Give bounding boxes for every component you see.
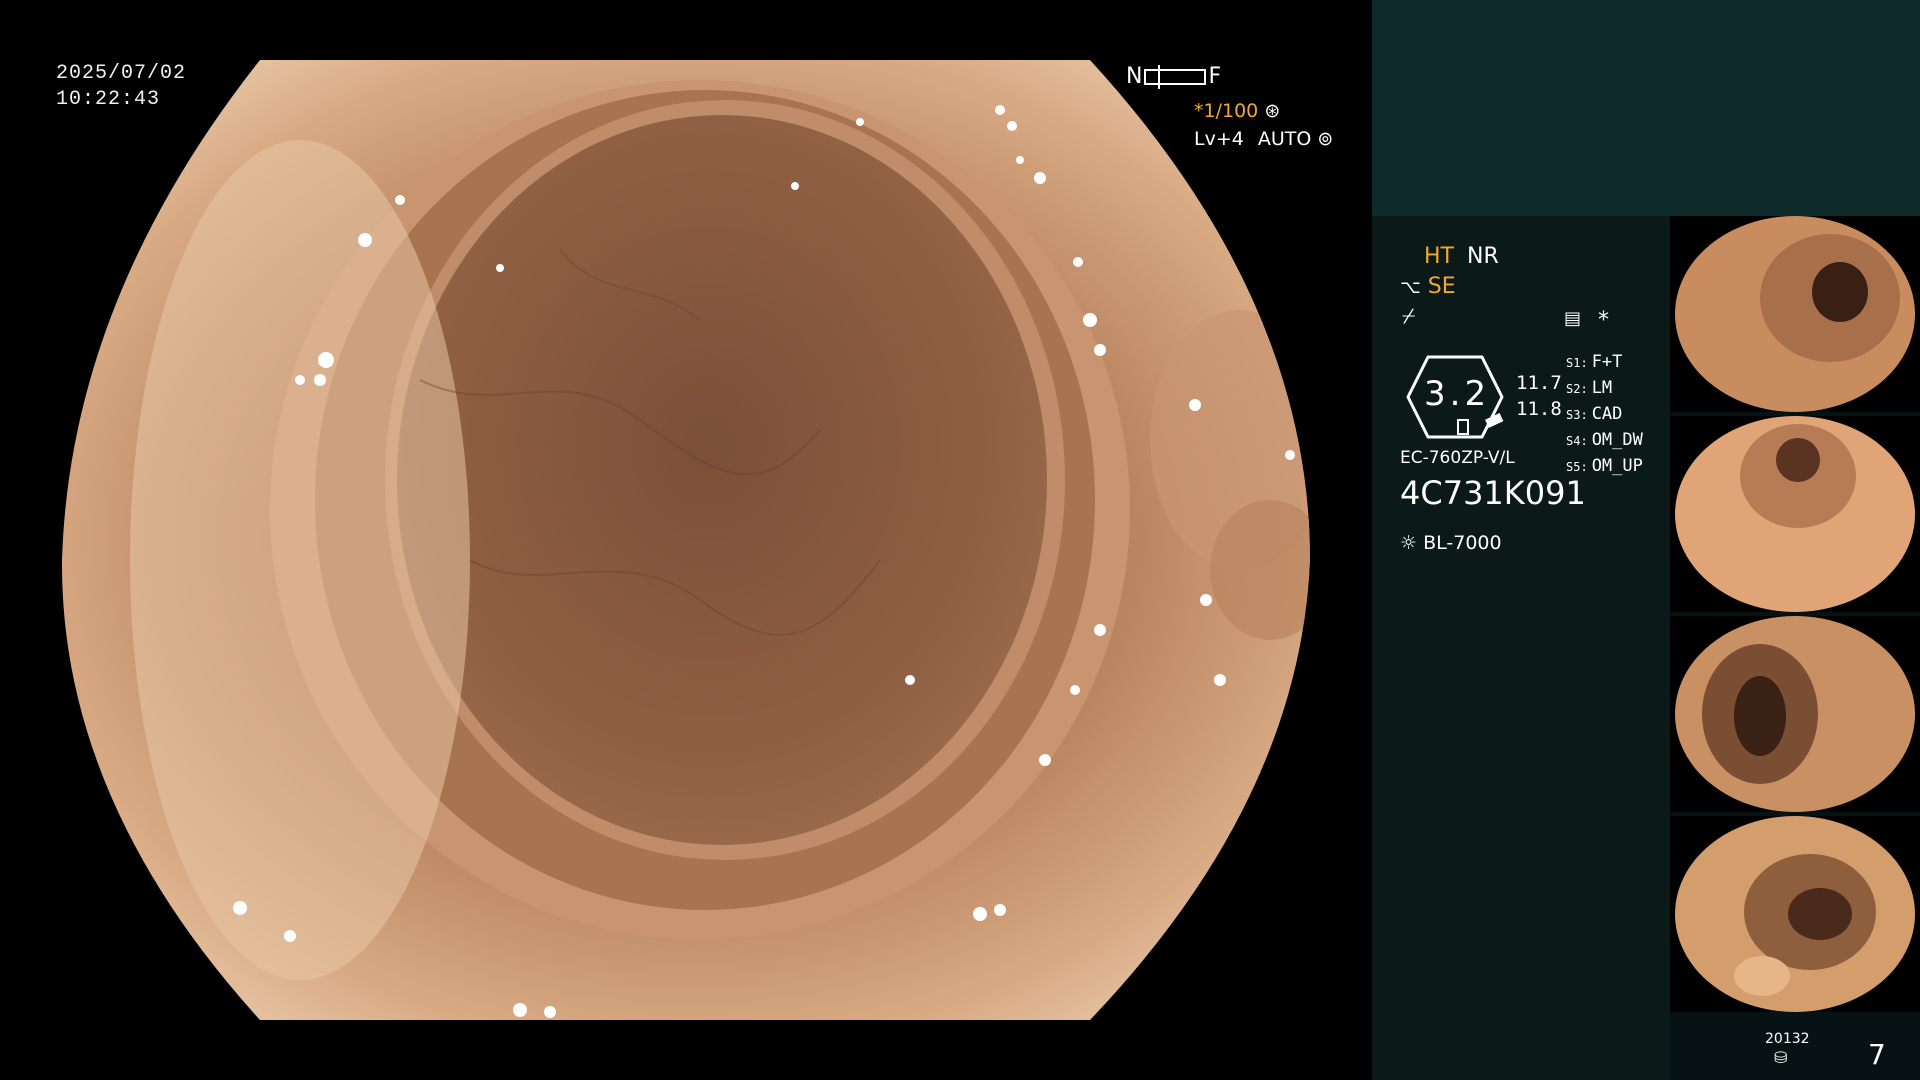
setting-s4: S4: OM_DW bbox=[1566, 430, 1643, 450]
auto-iris-icon: ⊚ bbox=[1317, 128, 1334, 150]
page-number: 7 bbox=[1868, 1038, 1886, 1071]
storage-icon: ⛁ bbox=[1774, 1048, 1788, 1067]
mode-value: AUTO bbox=[1257, 128, 1312, 150]
enhance-icon: ⌥ bbox=[1400, 277, 1421, 298]
value-top: 11.7 bbox=[1516, 372, 1562, 394]
shutter-icon: ⊛ bbox=[1264, 100, 1281, 122]
focus-scale: N F bbox=[1126, 64, 1221, 89]
ht-nr-row: HT NR bbox=[1424, 244, 1499, 269]
light-source-icon: ☼ bbox=[1400, 532, 1418, 554]
thumbnail-1[interactable] bbox=[1670, 216, 1920, 412]
gauge-value: 3.2 bbox=[1424, 374, 1491, 414]
zoom-indicator: *1/100 ⊛ bbox=[1194, 100, 1280, 122]
scale-near-label: N bbox=[1126, 64, 1143, 89]
asterisk-label: * bbox=[1598, 308, 1609, 333]
nr-label: NR bbox=[1466, 244, 1499, 269]
endoscope-main-view: 2025/07/02 10:22:43 N F *1/100 ⊛ Lv+4 AU… bbox=[0, 0, 1372, 1080]
capture-thumbnails bbox=[1670, 216, 1920, 1080]
thumbnail-image bbox=[1670, 816, 1920, 1012]
level-indicator: Lv+4 AUTO ⊚ bbox=[1194, 128, 1333, 150]
scope-model: EC-760ZP-V/L bbox=[1400, 448, 1515, 468]
zoom-value: *1/100 bbox=[1194, 100, 1259, 122]
setting-s3: S3: CAD bbox=[1566, 404, 1623, 424]
setting-s5: S5: OM_UP bbox=[1566, 456, 1643, 476]
thumbnail-2[interactable] bbox=[1670, 416, 1920, 612]
thumbnail-3[interactable] bbox=[1670, 616, 1920, 812]
freeze-icon: ⌿ bbox=[1402, 304, 1416, 329]
settings-panel: HT NR ⌥ SE ⌿ ▤ * 3.2 11.7 11.8 EC-760ZP-… bbox=[1372, 216, 1670, 1080]
storage-count: 20132 bbox=[1765, 1031, 1810, 1047]
thumbnail-4[interactable] bbox=[1670, 816, 1920, 1012]
setting-s1: S1: F+T bbox=[1566, 352, 1623, 372]
value-bottom: 11.8 bbox=[1516, 398, 1562, 420]
ht-label: HT bbox=[1424, 244, 1454, 269]
side-panel-header bbox=[1372, 0, 1920, 216]
thumbnail-image bbox=[1670, 416, 1920, 612]
thumbnail-image bbox=[1670, 616, 1920, 812]
memory-icon: ▤ bbox=[1564, 308, 1582, 329]
time-label: 10:22:43 bbox=[56, 88, 161, 111]
se-label: SE bbox=[1427, 274, 1456, 299]
scope-serial: 4C731K091 bbox=[1400, 474, 1586, 512]
thumbnail-image bbox=[1670, 216, 1920, 412]
light-source-label: BL-7000 bbox=[1423, 532, 1502, 554]
setting-s2: S2: LM bbox=[1566, 378, 1613, 398]
endoscopic-image bbox=[61, 60, 1310, 1020]
level-value: Lv+4 bbox=[1194, 128, 1244, 150]
switch-settings-list: S1: F+T S2: LM S3: CAD S4: OM_DW S5: OM_UP bbox=[1566, 350, 1643, 480]
scale-far-label: F bbox=[1208, 64, 1222, 89]
light-source-row: ☼ BL-7000 bbox=[1400, 532, 1502, 554]
gauge-marker bbox=[1457, 419, 1469, 435]
se-row: ⌥ SE bbox=[1400, 274, 1456, 299]
date-label: 2025/07/02 bbox=[56, 62, 187, 85]
focus-scale-bar bbox=[1144, 64, 1207, 89]
